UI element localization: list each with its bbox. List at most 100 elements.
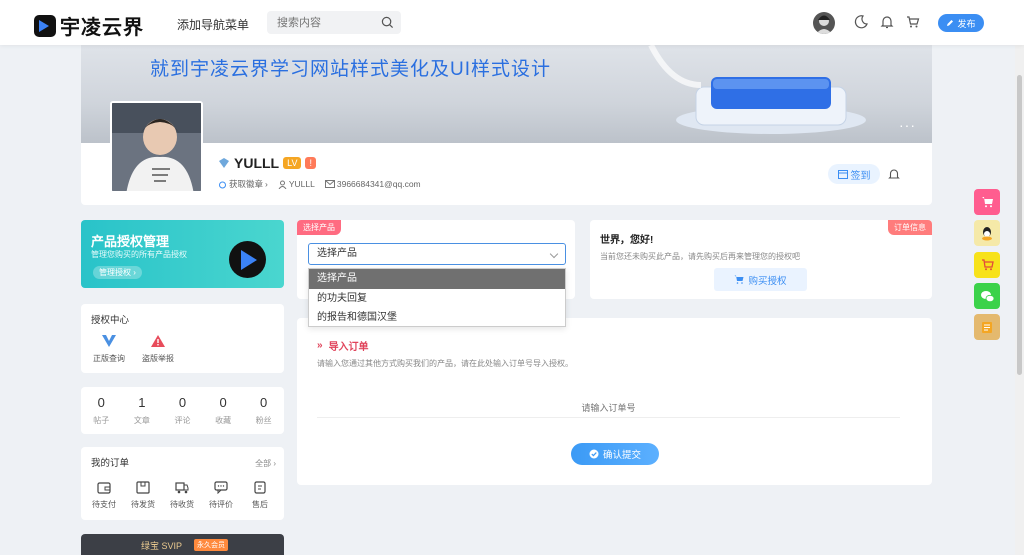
username-row: YULLL LV ! — [218, 155, 316, 171]
stat-label: 收藏 — [215, 416, 232, 425]
float-cart-button[interactable] — [974, 189, 1000, 215]
import-order-title: » 导入订单 — [317, 338, 369, 353]
dropdown-option[interactable]: 选择产品 — [309, 269, 565, 289]
piracy-report-item[interactable]: 盗版举报 — [138, 334, 178, 364]
order-pending-payment[interactable]: 待支付 — [87, 481, 121, 510]
stat-comments[interactable]: 0 评论 — [162, 387, 203, 434]
stat-value: 1 — [138, 395, 146, 410]
stat-followers[interactable]: 0 粉丝 — [243, 387, 284, 434]
double-chevron-icon: » — [317, 340, 323, 351]
shopping-cart-icon — [981, 259, 994, 271]
rank-icon — [219, 158, 229, 168]
calendar-icon — [837, 170, 848, 179]
search-input[interactable] — [267, 11, 367, 34]
order-pending-review[interactable]: 待评价 — [204, 481, 238, 510]
profile-avatar[interactable] — [110, 101, 203, 193]
profile-bell-icon[interactable] — [887, 167, 901, 181]
checkin-button[interactable]: 签到 — [828, 164, 880, 184]
float-notes-button[interactable] — [974, 314, 1000, 340]
stat-favorites[interactable]: 0 收藏 — [203, 387, 244, 434]
buy-license-button[interactable]: 购买授权 — [714, 268, 807, 291]
medal-icon — [219, 181, 226, 188]
dropdown-option[interactable]: 的报告和德国汉堡 — [309, 308, 565, 328]
qq-icon — [982, 226, 992, 240]
check-circle-icon — [589, 449, 599, 459]
order-info-card: 订单信息 世界，您好! 当前您还未购买此产品，请先购买后再来管理您的授权吧 购买… — [590, 220, 932, 299]
more-options-icon[interactable]: ··· — [899, 117, 916, 133]
checkin-label: 签到 — [850, 170, 871, 182]
comment-icon — [214, 481, 228, 494]
scrollbar-thumb[interactable] — [1017, 75, 1022, 375]
site-logo[interactable]: 宇凌云界 — [34, 11, 144, 40]
select-product-tag: 选择产品 — [297, 220, 341, 235]
publish-button[interactable]: 发布 — [938, 14, 984, 32]
svip-label: 绿宝 SVIP — [141, 541, 183, 551]
orders-all-link[interactable]: 全部 › — [255, 458, 276, 469]
search-box — [267, 11, 401, 34]
import-order-description: 请输入您通过其他方式购买我们的产品，请在此处输入订单号导入授权。 — [317, 359, 573, 368]
product-select[interactable]: 选择产品 — [308, 243, 566, 265]
profile-banner: 就到宇凌云界学习网站样式美化及UI样式设计 ··· — [81, 45, 932, 143]
notification-bell-icon[interactable] — [879, 14, 895, 30]
stat-articles[interactable]: 1 文章 — [122, 387, 163, 434]
dropdown-option[interactable]: 的功夫回复 — [309, 289, 565, 309]
orders-all-label: 全部 — [255, 459, 272, 468]
product-card-subtitle: 管理您购买的所有产品授权 — [91, 250, 187, 259]
order-item-label: 待收货 — [170, 500, 194, 509]
search-icon[interactable] — [381, 16, 394, 29]
profile-card: 就到宇凌云界学习网站样式美化及UI样式设计 ··· YULLL LV ! 获取徽… — [81, 45, 932, 205]
stat-label: 文章 — [133, 416, 150, 425]
stat-value: 0 — [97, 395, 105, 410]
stat-posts[interactable]: 0 帖子 — [81, 387, 122, 434]
buy-license-label: 购买授权 — [748, 275, 787, 287]
import-order-card: » 导入订单 请输入您通过其他方式购买我们的产品，请在此处输入订单号导入授权。 … — [297, 318, 932, 485]
order-number-input[interactable] — [317, 398, 900, 418]
truck-icon — [175, 482, 189, 494]
warning-icon — [151, 335, 165, 347]
pencil-icon — [947, 20, 954, 26]
box-icon — [136, 481, 150, 494]
user-email: 3966684341@qq.com — [324, 179, 421, 189]
stat-label: 评论 — [174, 416, 191, 425]
mail-icon — [324, 180, 335, 188]
logo-text: 宇凌云界 — [60, 17, 144, 39]
after-sales-icon — [254, 481, 266, 494]
product-dropdown: 选择产品 的功夫回复 的报告和德国汉堡 — [308, 268, 566, 327]
product-logo-icon — [229, 241, 266, 278]
publish-label: 发布 — [957, 18, 976, 29]
cart-icon[interactable] — [905, 14, 921, 30]
user-avatar[interactable] — [813, 12, 835, 34]
cart-icon — [734, 275, 744, 284]
float-wechat-button[interactable] — [974, 283, 1000, 309]
genuine-check-item[interactable]: 正版查询 — [89, 334, 129, 364]
stat-value: 0 — [219, 395, 227, 410]
order-item-label: 待支付 — [92, 500, 116, 509]
genuine-check-label: 正版查询 — [93, 354, 125, 363]
order-after-sales[interactable]: 售后 — [243, 481, 277, 510]
product-card-title: 产品授权管理 — [91, 234, 170, 249]
order-pending-shipment[interactable]: 待发货 — [126, 481, 160, 510]
medal-link[interactable]: 获取徽章 › — [218, 178, 268, 190]
manage-license-button[interactable]: 管理授权 › — [93, 266, 142, 279]
hello-subtitle: 当前您还未购买此产品，请先购买后再来管理您的授权吧 — [600, 252, 800, 261]
page-scrollbar[interactable] — [1015, 45, 1024, 555]
product-license-card: 产品授权管理 管理您购买的所有产品授权 管理授权 › — [81, 220, 284, 288]
notes-icon — [982, 321, 992, 333]
order-info-tag: 订单信息 — [888, 220, 932, 235]
nav-menu-item[interactable]: 添加导航菜单 — [177, 16, 249, 33]
float-qq-button[interactable] — [974, 220, 1000, 246]
product-select-value: 选择产品 — [317, 248, 357, 259]
confirm-submit-button[interactable]: 确认提交 — [571, 443, 659, 465]
verify-icon — [102, 335, 116, 347]
chevron-down-icon — [549, 249, 559, 259]
order-pending-receipt[interactable]: 待收货 — [165, 481, 199, 510]
stat-label: 粉丝 — [255, 416, 272, 425]
float-shop-button[interactable] — [974, 252, 1000, 278]
svip-banner[interactable]: 绿宝 SVIP 永久会员 — [81, 534, 284, 555]
order-item-label: 售后 — [252, 500, 268, 509]
my-orders-card: 我的订单 全部 › 待支付 待发货 待收货 待评价 售后 — [81, 447, 284, 520]
banner-title: 就到宇凌云界学习网站样式美化及UI样式设计 — [150, 59, 552, 80]
email-label: 3966684341@qq.com — [336, 179, 421, 189]
dark-mode-icon[interactable] — [853, 14, 869, 30]
stat-value: 0 — [178, 395, 187, 410]
